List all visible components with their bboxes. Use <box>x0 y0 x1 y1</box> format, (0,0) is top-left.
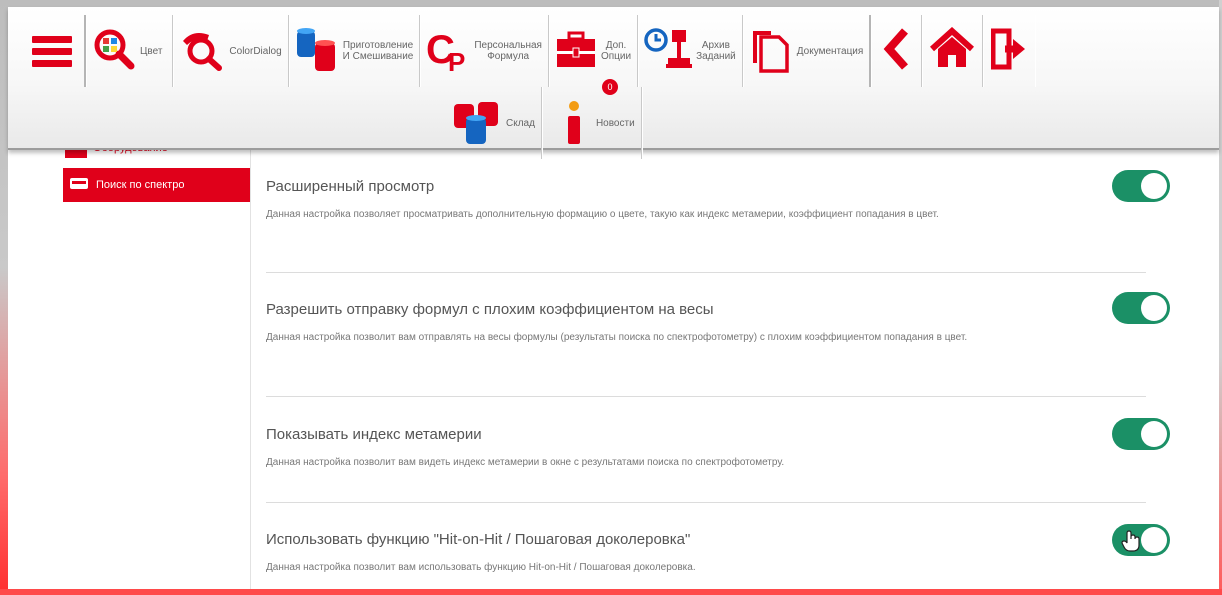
warehouse-button[interactable]: Склад <box>444 87 542 159</box>
options-button-label: Доп. Опции <box>600 40 632 62</box>
toggle-extended-view[interactable] <box>1112 170 1170 202</box>
warehouse-icon <box>452 96 502 151</box>
toolbox-icon <box>555 27 597 76</box>
news-label: Новости <box>595 117 635 129</box>
options-button[interactable]: Доп. Опции <box>549 15 639 87</box>
menu-button[interactable] <box>22 15 86 87</box>
window-frame-bottom <box>0 589 1222 595</box>
documentation-label: Документация <box>796 45 864 57</box>
toggle-hit-on-hit[interactable] <box>1112 524 1170 556</box>
personal-formula-label: Персональная Формула <box>474 40 542 62</box>
back-button[interactable] <box>871 15 923 87</box>
toggle-send-bad-formulas[interactable] <box>1112 292 1170 324</box>
sidebar-item-spectro-label: Поиск по спектро <box>96 179 185 191</box>
job-archive-icon <box>644 26 693 77</box>
job-archive-button[interactable]: Архив Заданий <box>638 15 743 87</box>
divider <box>266 502 1146 503</box>
window-frame-left <box>0 0 8 595</box>
window-frame-top <box>0 0 1222 7</box>
setting-description: Данная настройка позволит вам видеть инд… <box>266 457 785 468</box>
color-button[interactable]: Цвет <box>86 15 174 87</box>
divider <box>266 396 1146 397</box>
svg-text:P: P <box>448 47 465 73</box>
personal-formula-button[interactable]: C P Персональная Формула <box>420 15 549 87</box>
setting-title: Разрешить отправку формул с плохим коэфф… <box>266 301 714 318</box>
setting-title: Показывать индекс метамерии <box>266 426 482 443</box>
setting-send-bad-formulas: Разрешить отправку формул с плохим коэфф… <box>266 301 1146 346</box>
news-info-icon <box>564 96 584 151</box>
mixing-button[interactable]: Приготовление И Смешивание <box>289 15 421 87</box>
color-button-label: Цвет <box>140 45 163 57</box>
setting-description: Данная настройка позволит вам использова… <box>266 562 696 573</box>
divider <box>266 272 1146 273</box>
sidebar <box>8 150 250 589</box>
cp-formula-icon: C P <box>426 25 470 78</box>
documents-icon <box>749 25 793 78</box>
mixing-button-label: Приготовление И Смешивание <box>342 40 414 62</box>
toggle-knob <box>1141 173 1167 199</box>
setting-metamerism-index: Показывать индекс метамерии Данная настр… <box>266 426 1146 471</box>
setting-hit-on-hit: Использовать функцию "Hit-on-Hit / Пошаг… <box>266 531 1146 576</box>
color-search-icon <box>92 27 136 76</box>
back-arrow-icon <box>881 27 911 76</box>
documentation-button[interactable]: Документация <box>743 15 872 87</box>
colordialog-button[interactable]: ColorDialog <box>173 15 289 87</box>
settings-panel: Расширенный просмотр Данная настройка по… <box>250 150 1219 589</box>
toggle-knob <box>1141 527 1167 553</box>
job-archive-label: Архив Заданий <box>696 40 736 62</box>
toggle-knob <box>1141 421 1167 447</box>
news-badge: 0 <box>601 79 618 95</box>
logout-button[interactable] <box>983 15 1035 87</box>
news-button[interactable]: Новости 0 <box>542 79 642 159</box>
toolbar-row-1: Цвет ColorDialog Приготовление И Смешива… <box>22 15 1035 87</box>
color-dialog-icon <box>179 27 225 76</box>
toolbar-row-2: Склад Новости 0 <box>444 79 642 159</box>
setting-title: Расширенный просмотр <box>266 178 435 195</box>
colordialog-button-label: ColorDialog <box>229 45 282 57</box>
toggle-metamerism-index[interactable] <box>1112 418 1170 450</box>
setting-description: Данная настройка позволяет просматривать… <box>266 209 939 220</box>
hamburger-menu-icon <box>32 31 72 72</box>
toggle-knob <box>1141 295 1167 321</box>
sidebar-item-spectro-search[interactable]: Поиск по спектро <box>63 168 250 202</box>
mixing-cans-icon <box>295 25 339 78</box>
spectro-device-icon <box>69 176 89 195</box>
setting-title: Использовать функцию "Hit-on-Hit / Пошаг… <box>266 531 691 548</box>
warehouse-label: Склад <box>506 117 535 129</box>
main-toolbar: Цвет ColorDialog Приготовление И Смешива… <box>8 7 1219 159</box>
setting-extended-view: Расширенный просмотр Данная настройка по… <box>266 178 1146 223</box>
home-icon <box>930 26 975 76</box>
setting-description: Данная настройка позволит вам отправлять… <box>266 332 968 343</box>
logout-icon <box>990 27 1027 76</box>
home-button[interactable] <box>922 15 984 87</box>
